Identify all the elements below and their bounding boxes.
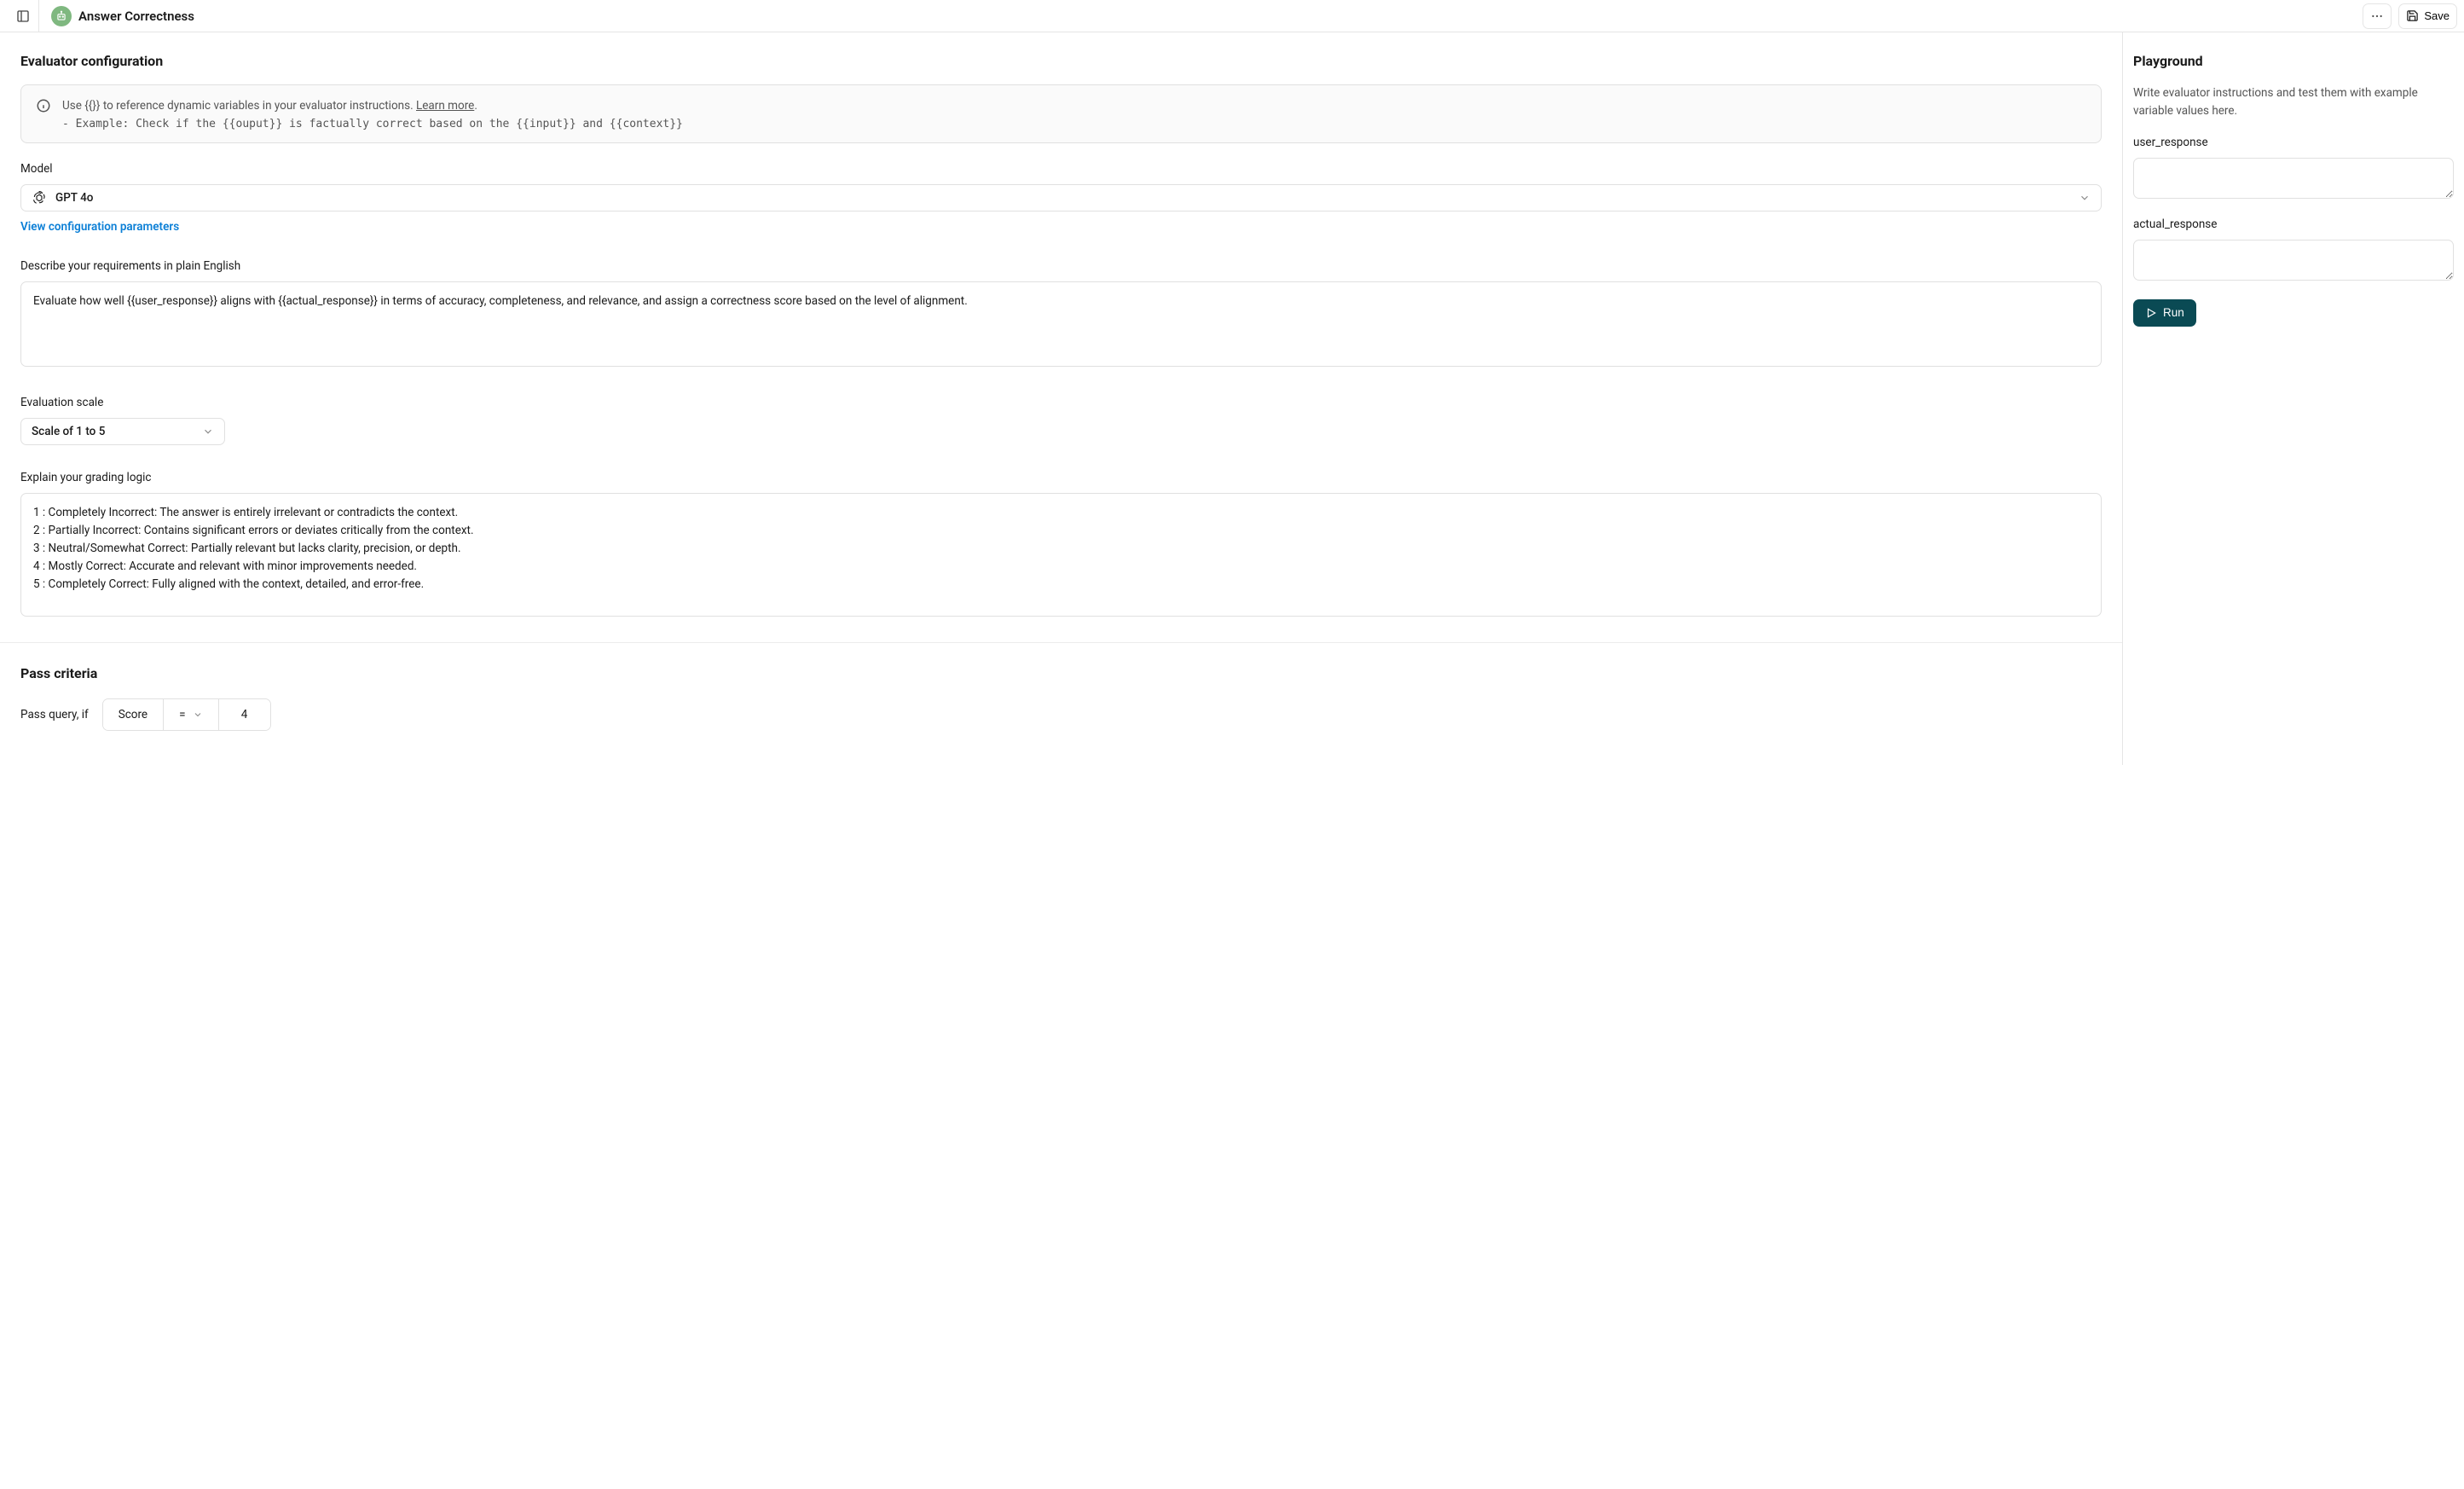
user-response-input[interactable] xyxy=(2133,158,2454,199)
info-example-line: - Example: Check if the {{ouput}} is fac… xyxy=(62,118,683,130)
info-text-block: Use {{}} to reference dynamic variables … xyxy=(62,97,683,130)
actual-response-input[interactable] xyxy=(2133,240,2454,281)
main-columns: Evaluator configuration Use {{}} to refe… xyxy=(0,32,2464,765)
page-header: Answer Correctness Save xyxy=(0,0,2464,32)
model-select[interactable]: GPT 4o xyxy=(20,184,2102,211)
chevron-down-icon xyxy=(193,710,203,720)
section-divider xyxy=(0,642,2122,643)
user-response-label: user_response xyxy=(2133,136,2454,149)
model-section: Model GPT 4o View configuration paramete… xyxy=(20,162,2102,234)
page-title: Answer Correctness xyxy=(78,9,194,24)
chevron-down-icon xyxy=(202,426,214,437)
playground-column: Playground Write evaluator instructions … xyxy=(2123,32,2464,765)
info-period: . xyxy=(474,99,477,113)
playground-description: Write evaluator instructions and test th… xyxy=(2133,84,2454,120)
logic-label: Explain your grading logic xyxy=(20,471,2102,484)
pass-operator-select[interactable]: = xyxy=(164,699,218,730)
pass-value-input[interactable]: 4 xyxy=(219,699,270,730)
info-icon-wrap xyxy=(35,97,52,114)
robot-icon xyxy=(55,10,67,22)
logic-section: Explain your grading logic xyxy=(20,471,2102,620)
playground-field-user-response: user_response xyxy=(2133,136,2454,202)
info-banner: Use {{}} to reference dynamic variables … xyxy=(20,84,2102,143)
play-icon xyxy=(2145,307,2157,319)
scale-select-value: Scale of 1 to 5 xyxy=(32,425,105,438)
save-button[interactable]: Save xyxy=(2398,3,2457,29)
model-select-left: GPT 4o xyxy=(32,190,93,206)
requirements-section: Describe your requirements in plain Engl… xyxy=(20,259,2102,370)
evaluator-app-icon xyxy=(51,6,72,26)
playground-field-actual-response: actual_response xyxy=(2133,217,2454,284)
header-left-group: Answer Correctness xyxy=(7,0,194,32)
pass-query-label: Pass query, if xyxy=(20,708,89,721)
chevron-down-icon xyxy=(2079,192,2091,204)
info-circle-icon xyxy=(36,98,51,113)
pass-field-value: Score xyxy=(119,708,147,721)
pass-field-select[interactable]: Score xyxy=(103,699,164,730)
run-button-label: Run xyxy=(2163,306,2184,319)
logic-textarea[interactable] xyxy=(20,493,2102,617)
info-main-line: Use {{}} to reference dynamic variables … xyxy=(62,97,683,114)
scale-label: Evaluation scale xyxy=(20,396,2102,409)
info-learn-more-link[interactable]: Learn more xyxy=(416,99,474,113)
pass-value-text: 4 xyxy=(241,708,248,721)
playground-section-title: Playground xyxy=(2133,53,2454,69)
sidebar-toggle-button[interactable] xyxy=(7,0,39,32)
scale-select[interactable]: Scale of 1 to 5 xyxy=(20,418,225,445)
actual-response-label: actual_response xyxy=(2133,217,2454,231)
config-section-title: Evaluator configuration xyxy=(20,53,2102,69)
requirements-label: Describe your requirements in plain Engl… xyxy=(20,259,2102,273)
panel-left-icon xyxy=(16,9,30,23)
save-icon xyxy=(2406,9,2419,22)
openai-logo-icon xyxy=(32,190,47,206)
pass-operator-value: = xyxy=(179,708,185,721)
configuration-column: Evaluator configuration Use {{}} to refe… xyxy=(0,32,2123,765)
scale-section: Evaluation scale Scale of 1 to 5 xyxy=(20,396,2102,445)
more-options-button[interactable] xyxy=(2363,3,2392,29)
model-label: Model xyxy=(20,162,2102,176)
save-button-label: Save xyxy=(2424,9,2450,22)
header-right-group: Save xyxy=(2363,3,2457,29)
view-config-params-link[interactable]: View configuration parameters xyxy=(20,220,179,234)
run-button[interactable]: Run xyxy=(2133,299,2196,327)
model-select-value: GPT 4o xyxy=(55,191,93,205)
pass-criteria-group: Score = 4 xyxy=(102,698,271,731)
ellipsis-icon xyxy=(2370,9,2384,23)
info-main-text: Use {{}} to reference dynamic variables … xyxy=(62,99,416,113)
requirements-textarea[interactable] xyxy=(20,281,2102,367)
pass-section-title: Pass criteria xyxy=(20,665,2102,681)
pass-criteria-row: Pass query, if Score = 4 xyxy=(20,698,2102,731)
